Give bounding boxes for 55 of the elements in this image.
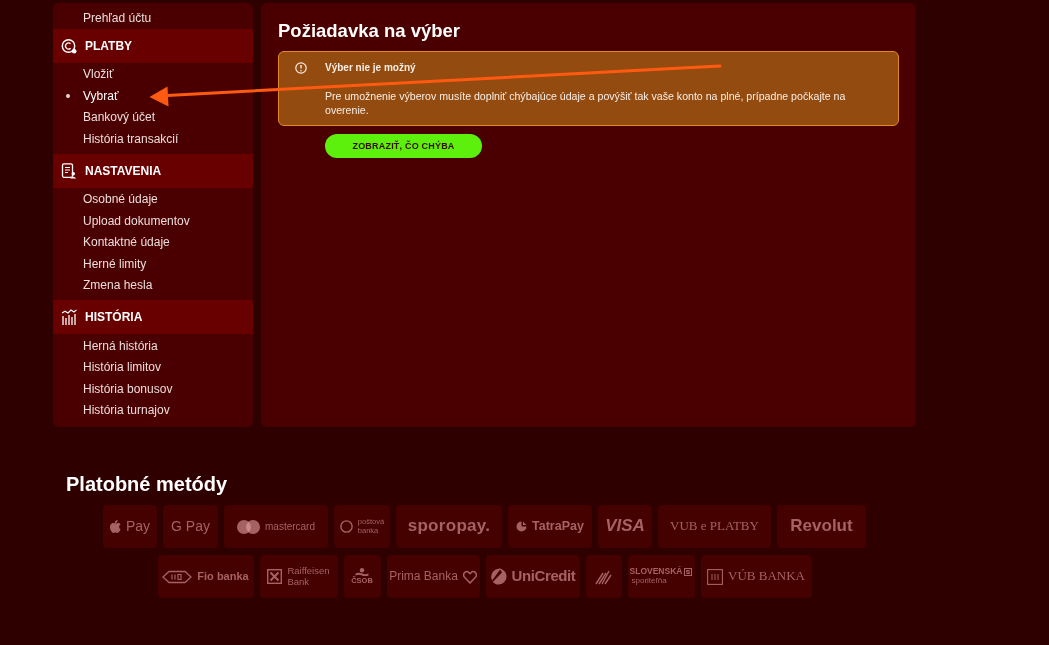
coin-icon bbox=[61, 37, 77, 54]
logo-text: SLOVENSKÁ bbox=[629, 566, 683, 577]
logo-text: TatraPay bbox=[532, 519, 584, 534]
sidebar-link[interactable]: Zmena hesla bbox=[53, 274, 153, 296]
logo-text: mastercard bbox=[265, 521, 315, 532]
sidebar-link[interactable]: Vložiť bbox=[53, 63, 114, 85]
logo-text: Raiffeisen bbox=[287, 566, 330, 577]
exclamation-icon bbox=[295, 62, 307, 74]
logo-text: VISA bbox=[605, 517, 645, 536]
section-heading: Platobné metódy bbox=[66, 472, 229, 497]
logo-text: VUB e PLATBY bbox=[670, 519, 759, 534]
logo-text: Revolut bbox=[790, 517, 853, 536]
sidebar-link[interactable]: História transakcií bbox=[53, 128, 179, 150]
section-title: PLATBY bbox=[85, 38, 133, 53]
section-title: NASTAVENIA bbox=[85, 163, 162, 178]
logo-text: Prima Banka bbox=[389, 569, 458, 584]
bar-chart-icon bbox=[61, 309, 77, 325]
s-square-icon bbox=[684, 567, 693, 576]
page-title: Požiadavka na výber bbox=[278, 19, 461, 43]
bullet-icon bbox=[66, 93, 70, 98]
sidebar-link[interactable]: Bankový účet bbox=[53, 106, 156, 128]
circle-slash-icon bbox=[489, 568, 507, 585]
two-circles-icon bbox=[237, 519, 260, 534]
logo-text: Fio banka bbox=[197, 570, 249, 583]
sidebar-link[interactable]: Herné limity bbox=[53, 253, 147, 275]
logo-text: UniCredit bbox=[511, 568, 576, 585]
sidebar-link[interactable]: Osobné údaje bbox=[53, 188, 158, 210]
alert-message: Pre umožnenie výberov musíte doplniť chýbajúce údaje a povýšiť tak vaše konto na plné, prípadne počkajte na overenie. bbox=[325, 89, 847, 117]
ring-icon bbox=[339, 520, 353, 533]
logo-text: G Pay bbox=[171, 518, 210, 535]
logo-text: Bank bbox=[287, 576, 311, 587]
diagonal-stripes-icon bbox=[594, 568, 613, 585]
logo-text: sporopay. bbox=[407, 517, 491, 536]
hexagon-badge-icon bbox=[162, 569, 193, 584]
sidebar-link[interactable]: História bonusov bbox=[53, 378, 173, 400]
logo-text: VÚB BANKA bbox=[728, 569, 805, 584]
sidebar-link[interactable]: História turnajov bbox=[53, 399, 170, 421]
show-missing-button[interactable]: ZOBRAZIŤ, ČO CHÝBA bbox=[325, 134, 482, 158]
framed-square-icon bbox=[707, 568, 724, 585]
sidebar-link[interactable]: História limitov bbox=[53, 356, 161, 378]
alert-title: Výber nie je možný bbox=[325, 61, 417, 74]
logo-text: sporiteľňa bbox=[631, 577, 667, 587]
apple-icon bbox=[109, 520, 121, 533]
dot-wave-icon bbox=[355, 567, 369, 576]
sidebar-link[interactable]: Herná história bbox=[53, 335, 158, 357]
document-user-icon bbox=[61, 162, 77, 179]
sidebar-link[interactable]: Upload dokumentov bbox=[53, 210, 190, 232]
sidebar-link[interactable]: Prehľad účtu bbox=[53, 7, 152, 29]
logo-text: Pay bbox=[125, 518, 151, 535]
sidebar-link[interactable]: Vybrať bbox=[53, 85, 119, 107]
cross-square-icon bbox=[267, 569, 283, 584]
pie-icon bbox=[516, 521, 528, 532]
sidebar-link[interactable]: Kontaktné údaje bbox=[53, 231, 170, 253]
heart-icon bbox=[462, 569, 477, 584]
section-title: HISTÓRIA bbox=[85, 310, 143, 324]
